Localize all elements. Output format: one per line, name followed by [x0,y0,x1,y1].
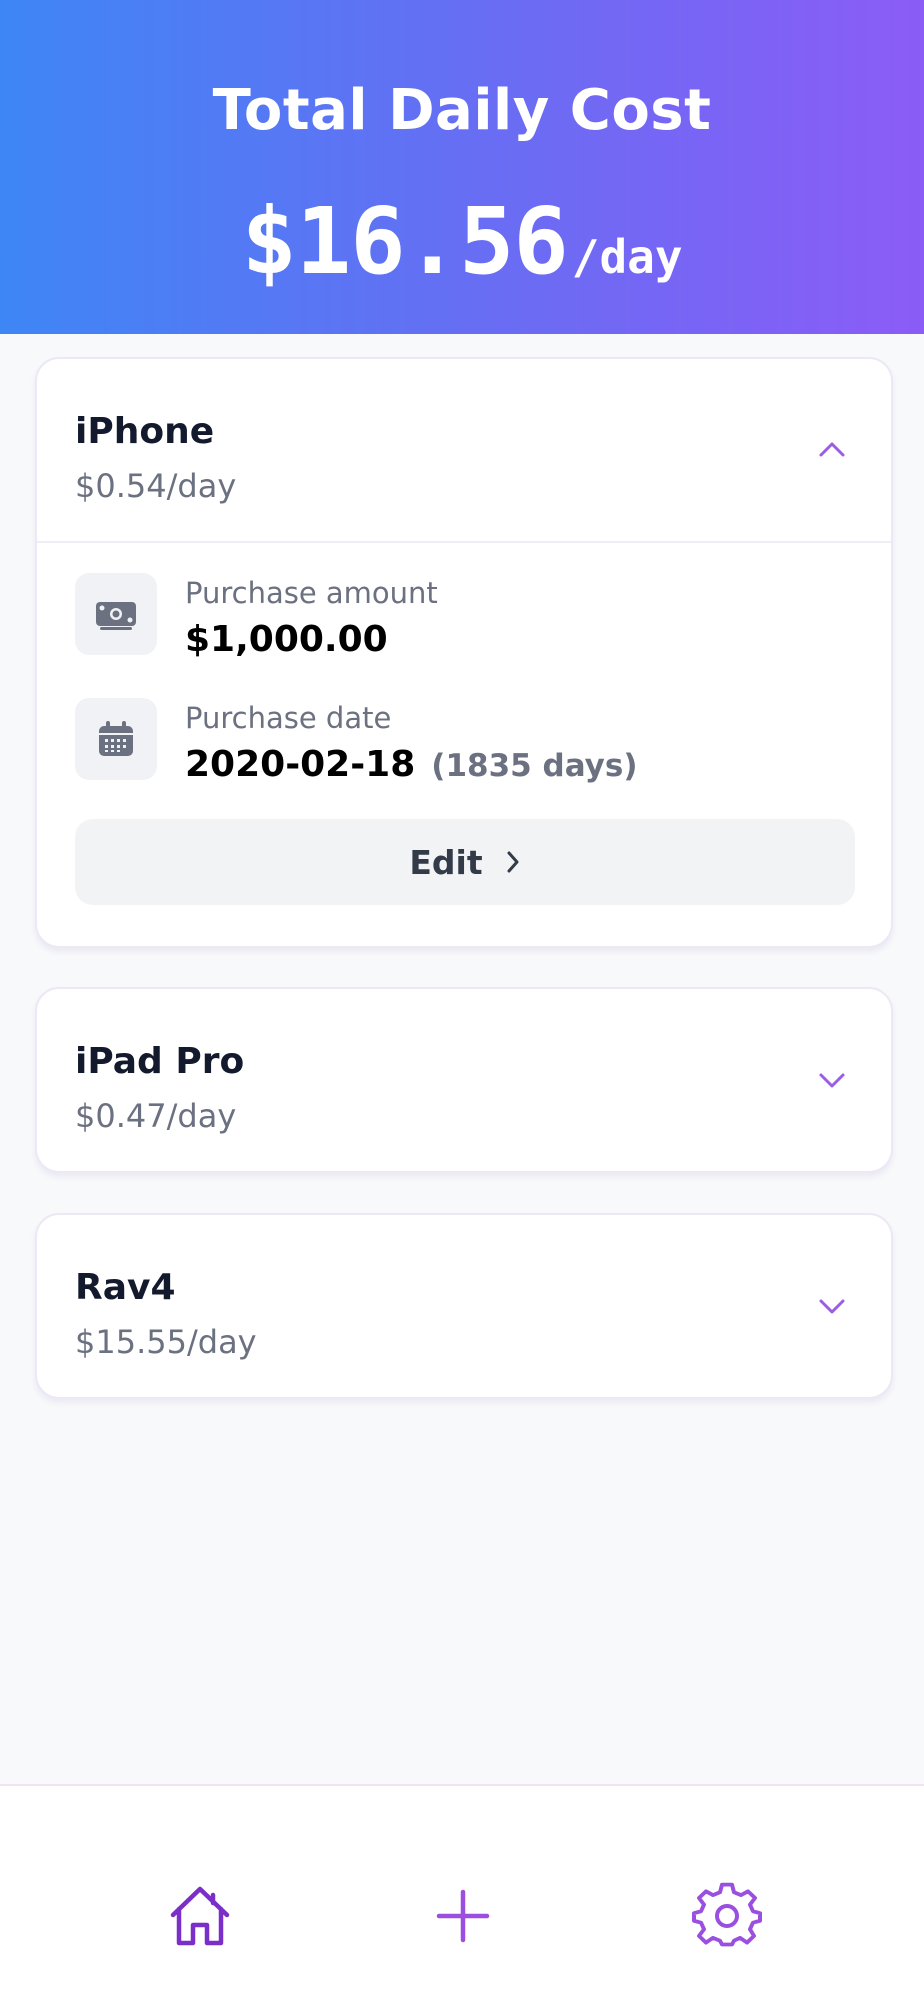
item-card-ipad-pro[interactable]: iPad Pro $0.47/day [35,987,893,1173]
chevron-down-icon[interactable] [817,1065,847,1095]
nav-home[interactable] [155,1871,245,1961]
card-header[interactable]: iPhone $0.54/day [37,359,891,541]
header-banner: Total Daily Cost $16.56/day [0,0,924,334]
purchase-date: 2020-02-18 [185,744,416,785]
item-rate: $0.47/day [75,1097,237,1135]
nav-add[interactable] [418,1871,508,1961]
nav-settings[interactable] [682,1871,772,1961]
item-name: iPhone [75,411,215,452]
plus-icon [436,1889,490,1943]
total-amount: $16.56 [241,188,568,295]
edit-button[interactable]: Edit [75,819,855,905]
card-header[interactable]: iPad Pro $0.47/day [37,989,891,1171]
purchase-amount-row: Purchase amount $1,000.00 [37,543,891,668]
item-rate: $15.55/day [75,1323,257,1361]
edit-label: Edit [409,842,483,882]
money-icon [75,573,157,655]
purchase-date-value: 2020-02-18 (1835 days) [185,744,638,785]
calendar-icon [75,698,157,780]
purchase-date-label: Purchase date [185,701,392,735]
card-header[interactable]: Rav4 $15.55/day [37,1215,891,1397]
total-daily-cost: $16.56/day [0,196,924,288]
days-owned: (1835 days) [431,748,638,784]
purchase-amount-value: $1,000.00 [185,619,388,660]
bottom-nav [0,1784,924,2014]
purchase-date-row: Purchase date 2020-02-18 (1835 days) [37,668,891,793]
gear-icon [692,1882,762,1947]
home-icon [170,1886,230,1946]
chevron-up-icon[interactable] [817,435,847,465]
chevron-down-icon[interactable] [817,1291,847,1321]
purchase-amount-label: Purchase amount [185,576,438,610]
header-title: Total Daily Cost [212,78,712,143]
item-card-iphone: iPhone $0.54/day Purchase amount $1,000.… [35,357,893,948]
chevron-right-icon [507,851,519,873]
item-name: Rav4 [75,1267,176,1308]
item-card-rav4[interactable]: Rav4 $15.55/day [35,1213,893,1399]
total-unit: /day [571,230,683,284]
item-name: iPad Pro [75,1041,245,1082]
item-rate: $0.54/day [75,467,237,505]
